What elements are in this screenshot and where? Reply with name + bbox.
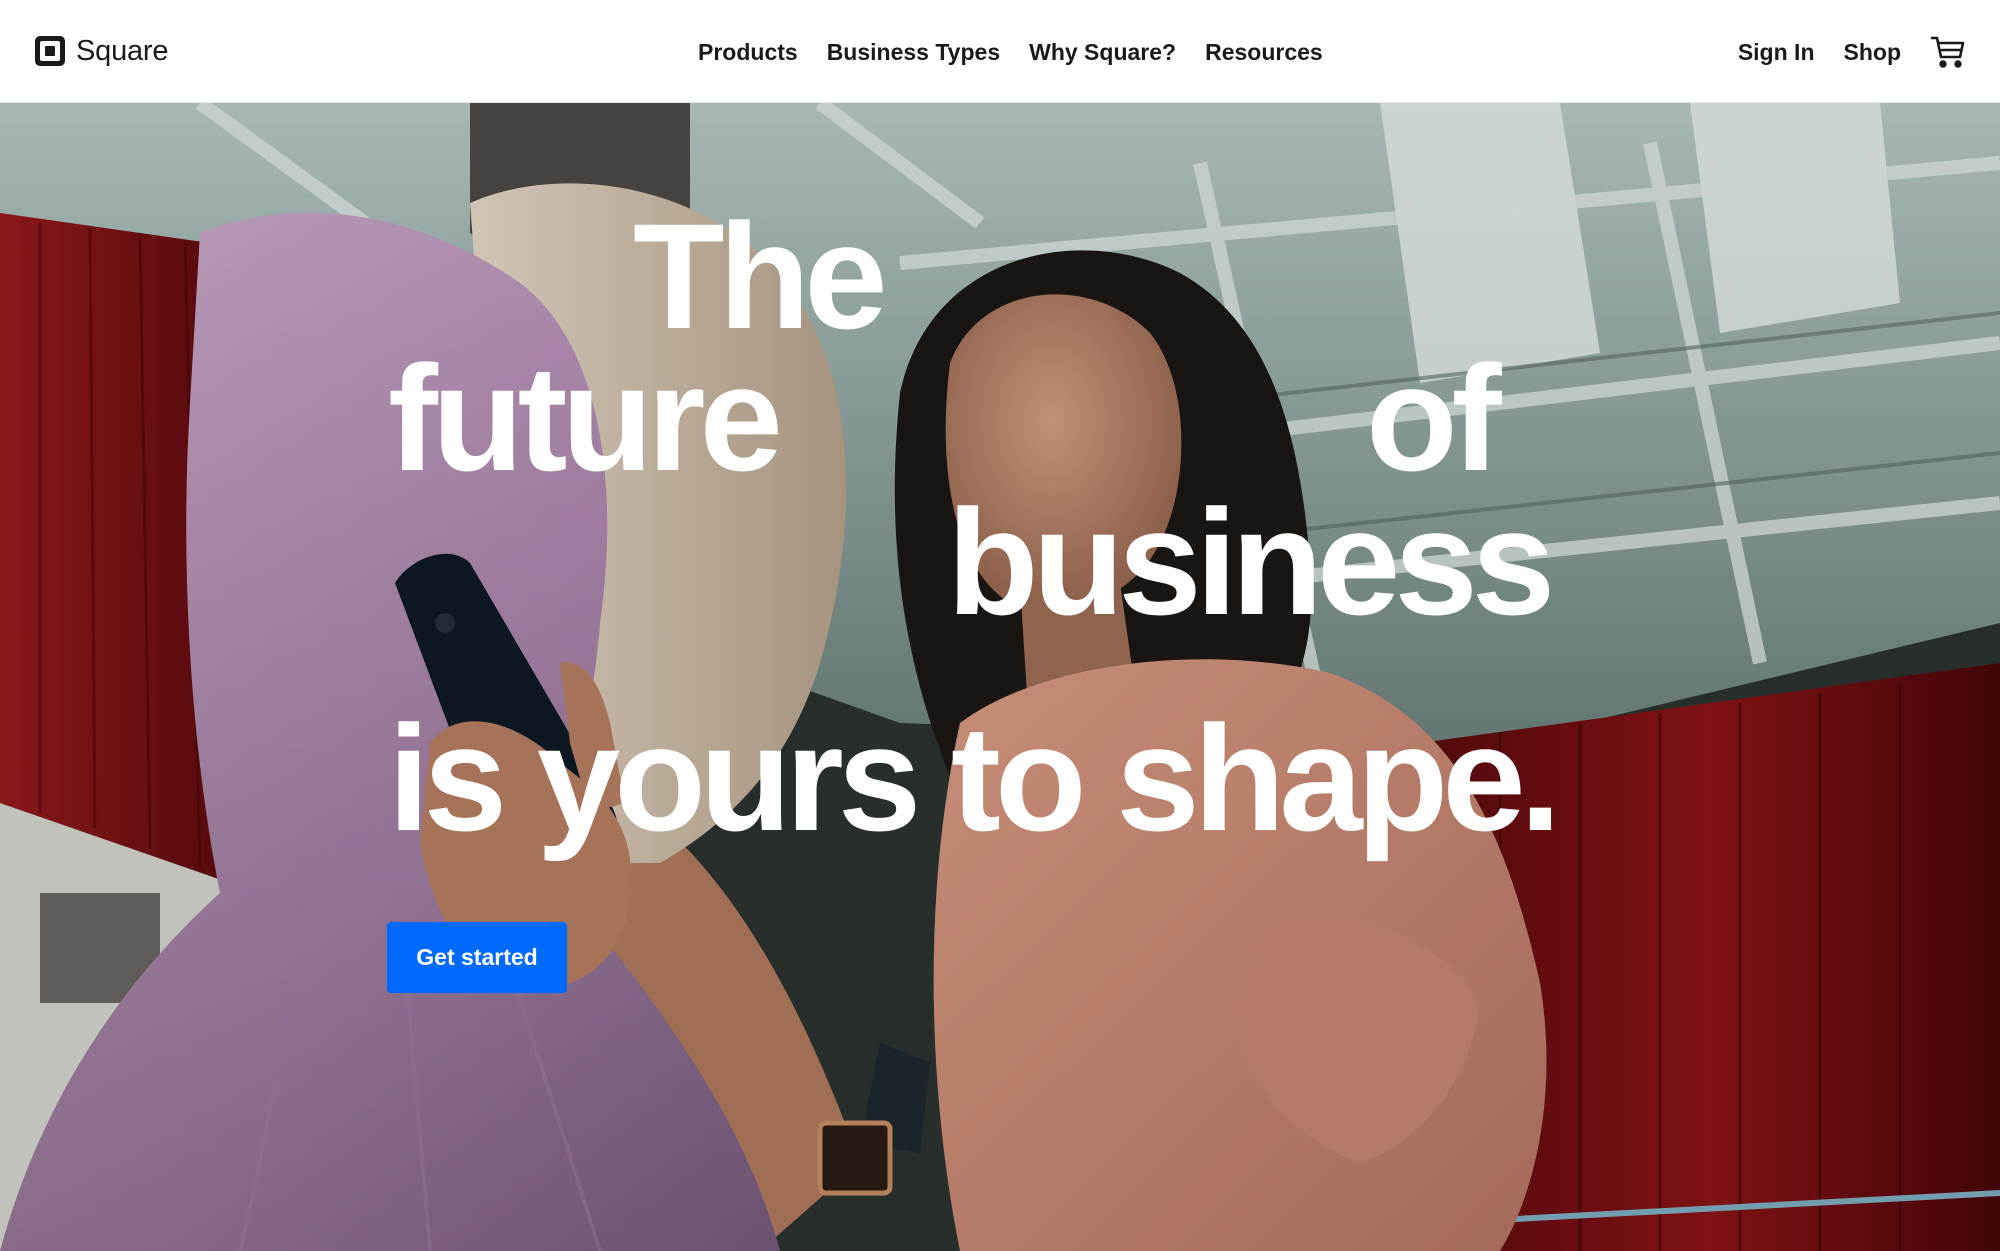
nav-business-types[interactable]: Business Types (827, 39, 1000, 66)
nav-products[interactable]: Products (698, 39, 798, 66)
nav-resources[interactable]: Resources (1205, 39, 1323, 66)
shop-link[interactable]: Shop (1844, 39, 1902, 66)
square-logo-link[interactable]: Square (34, 33, 169, 69)
site-header: Square Products Business Types Why Squar… (0, 0, 2000, 103)
get-started-button[interactable]: Get started (387, 922, 567, 993)
brand-name: Square (76, 34, 169, 67)
utility-nav: Sign In Shop (1738, 30, 1966, 74)
hero-section: The future of business is yours to shape… (0, 103, 2000, 1251)
square-logo-icon (34, 35, 66, 67)
shopping-cart-icon[interactable] (1930, 34, 1966, 70)
main-nav: Products Business Types Why Square? Reso… (698, 30, 1323, 74)
nav-why-square[interactable]: Why Square? (1029, 39, 1176, 66)
sign-in-link[interactable]: Sign In (1738, 39, 1815, 66)
hero-photo (0, 103, 2000, 1251)
